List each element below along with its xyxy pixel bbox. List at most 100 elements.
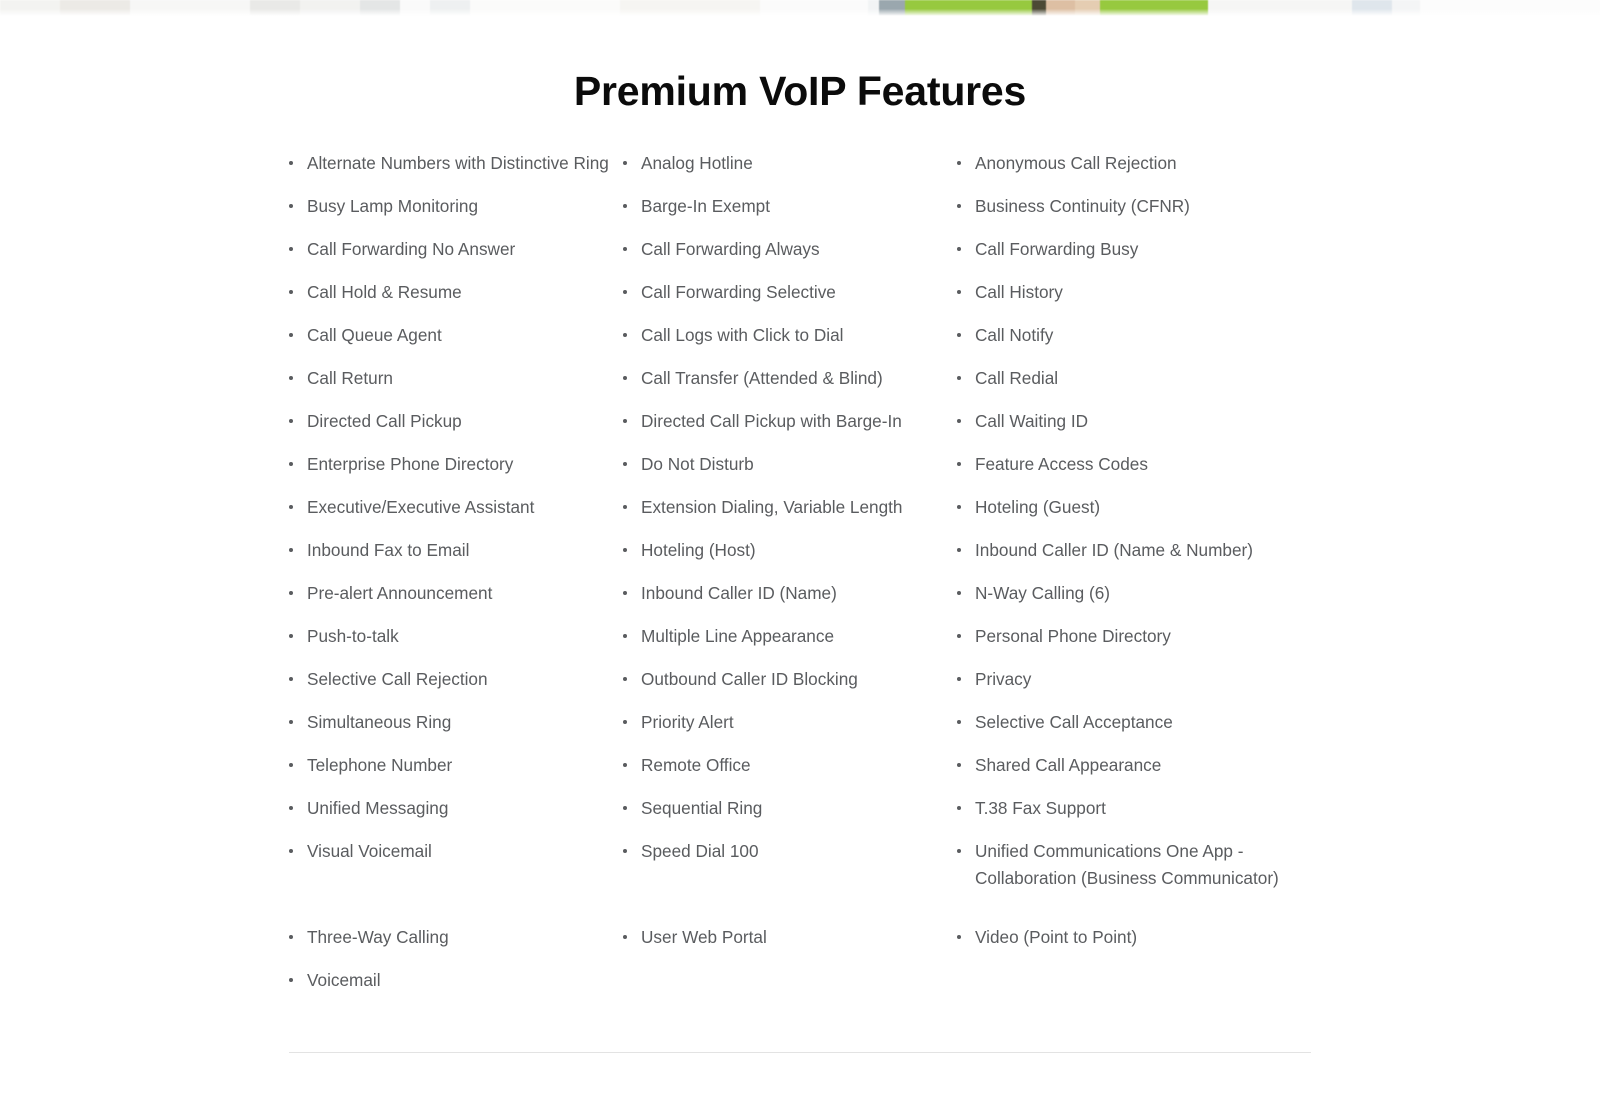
bullet-icon bbox=[957, 462, 961, 467]
feature-list-item: Three-Way Calling bbox=[289, 924, 623, 967]
feature-item-label: Simultaneous Ring bbox=[307, 712, 452, 733]
feature-item-label: Hoteling (Host) bbox=[641, 540, 756, 561]
bullet-icon bbox=[289, 247, 293, 252]
bullet-icon bbox=[957, 333, 961, 338]
hero-banner-image bbox=[0, 0, 1600, 16]
feature-list-item: Call Forwarding Always bbox=[623, 236, 957, 279]
section-divider bbox=[289, 1052, 1311, 1054]
feature-list-item: Video (Point to Point) bbox=[957, 924, 1311, 967]
feature-item-label: Three-Way Calling bbox=[307, 927, 449, 948]
bullet-icon bbox=[957, 247, 961, 252]
feature-list-item: Directed Call Pickup bbox=[289, 408, 623, 451]
feature-item-label: Multiple Line Appearance bbox=[641, 626, 835, 647]
bullet-icon bbox=[623, 763, 627, 768]
bullet-icon bbox=[957, 849, 961, 854]
bullet-icon bbox=[623, 204, 627, 209]
feature-item-label: Call Notify bbox=[975, 325, 1054, 346]
feature-list-item: Inbound Caller ID (Name) bbox=[623, 580, 957, 623]
feature-item-label: Call Queue Agent bbox=[307, 325, 442, 346]
bullet-icon bbox=[289, 849, 293, 854]
bullet-icon bbox=[957, 419, 961, 424]
bullet-icon bbox=[289, 419, 293, 424]
feature-list-item: Priority Alert bbox=[623, 709, 957, 752]
bullet-icon bbox=[289, 333, 293, 338]
feature-list-item: Privacy bbox=[957, 666, 1311, 709]
bullet-icon bbox=[957, 677, 961, 682]
bullet-icon bbox=[623, 849, 627, 854]
feature-item-label: Visual Voicemail bbox=[307, 841, 432, 862]
feature-item-label: Push-to-talk bbox=[307, 626, 399, 647]
feature-item-label: Personal Phone Directory bbox=[975, 626, 1171, 647]
feature-item-label: Alternate Numbers with Distinctive Ring bbox=[307, 153, 609, 174]
feature-item-label: Call Forwarding Busy bbox=[975, 239, 1139, 260]
feature-list-item: Do Not Disturb bbox=[623, 451, 957, 494]
bullet-icon bbox=[289, 720, 293, 725]
bullet-icon bbox=[957, 204, 961, 209]
feature-list-item: Pre-alert Announcement bbox=[289, 580, 623, 623]
page-content: Premium VoIP Features Alternate Numbers … bbox=[0, 16, 1600, 1054]
bullet-icon bbox=[623, 720, 627, 725]
feature-list-item: Call History bbox=[957, 279, 1311, 322]
bullet-icon bbox=[957, 806, 961, 811]
feature-item-label: Barge-In Exempt bbox=[641, 196, 770, 217]
features-grid: Alternate Numbers with Distinctive Ring B… bbox=[289, 150, 1311, 1010]
feature-item-label: Inbound Caller ID (Name & Number) bbox=[975, 540, 1253, 561]
hero-banner-fade-overlay bbox=[0, 0, 1600, 16]
bullet-icon bbox=[957, 763, 961, 768]
feature-list-item: Call Notify bbox=[957, 322, 1311, 365]
feature-item-label: Selective Call Acceptance bbox=[975, 712, 1173, 733]
feature-item-label: Business Continuity (CFNR) bbox=[975, 196, 1190, 217]
feature-list-item: Inbound Fax to Email bbox=[289, 537, 623, 580]
bullet-icon bbox=[957, 161, 961, 166]
feature-list-item: Directed Call Pickup with Barge-In bbox=[623, 408, 957, 451]
feature-list-item: Unified Messaging bbox=[289, 795, 623, 838]
feature-list-item: Call Transfer (Attended & Blind) bbox=[623, 365, 957, 408]
bullet-icon bbox=[289, 376, 293, 381]
feature-list-item: Personal Phone Directory bbox=[957, 623, 1311, 666]
feature-item-label: Analog Hotline bbox=[641, 153, 753, 174]
bullet-icon bbox=[623, 677, 627, 682]
feature-list-item: Speed Dial 100 bbox=[623, 838, 957, 881]
feature-item-label: Call Hold & Resume bbox=[307, 282, 462, 303]
feature-list-item: Telephone Number bbox=[289, 752, 623, 795]
feature-item-label: Remote Office bbox=[641, 755, 751, 776]
bullet-icon bbox=[623, 806, 627, 811]
feature-list-item: Outbound Caller ID Blocking bbox=[623, 666, 957, 709]
feature-list-item: Call Forwarding Busy bbox=[957, 236, 1311, 279]
bullet-icon bbox=[623, 462, 627, 467]
bullet-icon bbox=[957, 720, 961, 725]
feature-item-label: Call History bbox=[975, 282, 1063, 303]
feature-list-item: Call Return bbox=[289, 365, 623, 408]
feature-item-label: Pre-alert Announcement bbox=[307, 583, 493, 604]
feature-list-item: Barge-In Exempt bbox=[623, 193, 957, 236]
feature-list-item: Business Continuity (CFNR) bbox=[957, 193, 1311, 236]
feature-item-label: Feature Access Codes bbox=[975, 454, 1148, 475]
feature-list-item: Simultaneous Ring bbox=[289, 709, 623, 752]
feature-list-item: Call Queue Agent bbox=[289, 322, 623, 365]
bullet-icon bbox=[957, 290, 961, 295]
bullet-icon bbox=[957, 634, 961, 639]
bullet-icon bbox=[289, 548, 293, 553]
bullet-icon bbox=[623, 247, 627, 252]
feature-item-label: Call Return bbox=[307, 368, 393, 389]
bullet-icon bbox=[623, 548, 627, 553]
bullet-icon bbox=[623, 161, 627, 166]
bullet-icon bbox=[289, 763, 293, 768]
feature-list-item: T.38 Fax Support bbox=[957, 795, 1311, 838]
feature-list-item: Call Redial bbox=[957, 365, 1311, 408]
feature-list-item: Feature Access Codes bbox=[957, 451, 1311, 494]
feature-item-label: Unified Communications One App - Collabo… bbox=[975, 841, 1279, 889]
feature-list-item: Hoteling (Guest) bbox=[957, 494, 1311, 537]
feature-item-label: Shared Call Appearance bbox=[975, 755, 1162, 776]
feature-list-item: Inbound Caller ID (Name & Number) bbox=[957, 537, 1311, 580]
feature-list-item: Remote Office bbox=[623, 752, 957, 795]
feature-item-label: Call Waiting ID bbox=[975, 411, 1089, 432]
feature-list-item: N-Way Calling (6) bbox=[957, 580, 1311, 623]
feature-item-label: Priority Alert bbox=[641, 712, 734, 733]
feature-list-item: Visual Voicemail bbox=[289, 838, 623, 881]
feature-list-item: Call Hold & Resume bbox=[289, 279, 623, 322]
feature-item-label: T.38 Fax Support bbox=[975, 798, 1106, 819]
feature-item-label: Voicemail bbox=[307, 970, 381, 991]
feature-column-3: Anonymous Call Rejection Business Continu… bbox=[957, 150, 1311, 967]
bullet-icon bbox=[623, 935, 627, 940]
